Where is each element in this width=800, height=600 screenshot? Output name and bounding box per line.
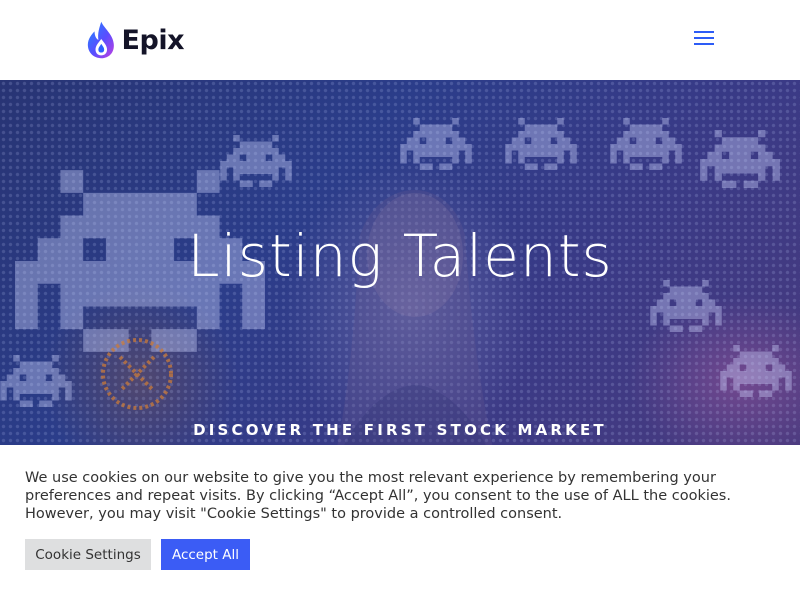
hero-subtitle: DISCOVER THE FIRST STOCK MARKET <box>193 421 607 439</box>
space-invader-icon <box>720 345 792 397</box>
accept-all-button[interactable]: Accept All <box>161 539 250 570</box>
cookie-consent-banner: We use cookies on our website to give yo… <box>0 445 800 600</box>
space-invader-icon <box>505 118 577 170</box>
cookie-settings-button[interactable]: Cookie Settings <box>25 539 151 570</box>
hamburger-menu-icon[interactable] <box>692 28 716 50</box>
logo-text: Epix <box>121 24 185 56</box>
site-header: Epix <box>0 0 800 80</box>
hero-section: Listing Talents DISCOVER THE FIRST STOCK… <box>0 80 800 480</box>
space-invader-icon <box>700 130 780 188</box>
site-logo[interactable]: Epix <box>84 18 185 62</box>
space-invader-icon <box>400 118 472 170</box>
x-circle-icon <box>101 338 173 410</box>
hero-title: Listing Talents <box>187 222 613 290</box>
space-invader-icon <box>0 355 72 407</box>
space-invader-icon <box>610 118 682 170</box>
cookie-message: We use cookies on our website to give yo… <box>25 470 731 522</box>
flame-icon <box>87 21 114 59</box>
